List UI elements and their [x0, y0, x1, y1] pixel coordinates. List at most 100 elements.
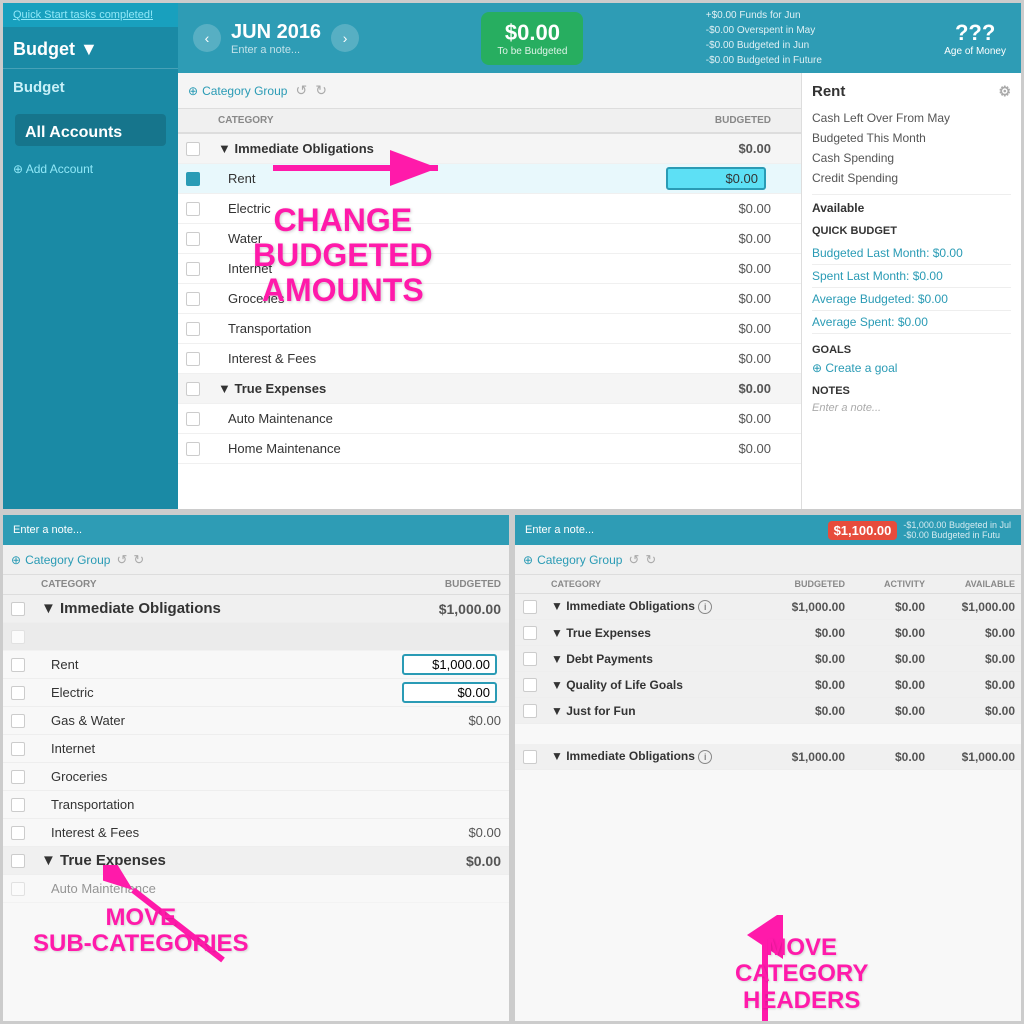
row-checkbox[interactable]	[186, 172, 200, 186]
budgeted-cell[interactable]	[389, 654, 509, 675]
checkbox-cell[interactable]	[3, 742, 33, 756]
row-checkbox[interactable]	[186, 202, 200, 216]
checkbox-cell[interactable]	[3, 854, 33, 868]
checkbox-cell[interactable]	[515, 652, 545, 666]
checkbox-cell[interactable]	[3, 826, 33, 840]
cash-left-over-row: Cash Left Over From May	[812, 108, 1011, 128]
category-name: Electric	[33, 682, 389, 703]
checkbox-cell[interactable]	[3, 658, 33, 672]
category-group-button[interactable]: ⊕ Category Group	[11, 553, 110, 567]
row-checkbox[interactable]	[523, 600, 537, 614]
enter-note-bar[interactable]: Enter a note...	[525, 524, 594, 536]
budgeted-input[interactable]	[666, 167, 766, 190]
sidebar-budget-btn[interactable]: Budget	[3, 69, 178, 106]
redo-icon[interactable]: ↻	[133, 552, 144, 568]
row-checkbox[interactable]	[11, 742, 25, 756]
checkbox-cell[interactable]	[3, 714, 33, 728]
prev-month-button[interactable]: ‹	[193, 24, 221, 52]
add-account-button[interactable]: ⊕ Add Account	[3, 154, 178, 184]
row-checkbox[interactable]	[11, 798, 25, 812]
sidebar-budget-label: Budget	[13, 39, 75, 60]
checkbox-cell[interactable]	[178, 322, 208, 336]
checkbox-cell[interactable]	[178, 142, 208, 156]
row-checkbox[interactable]	[523, 704, 537, 718]
spent-last-month-row[interactable]: Spent Last Month: $0.00	[812, 265, 1011, 288]
redo-icon[interactable]: ↻	[645, 552, 656, 568]
row-checkbox[interactable]	[186, 322, 200, 336]
row-checkbox[interactable]	[11, 658, 25, 672]
enter-note-bar[interactable]: Enter a note...	[13, 524, 82, 536]
checkbox-cell[interactable]	[515, 600, 545, 614]
create-goal-button[interactable]: ⊕ Create a goal	[812, 361, 1011, 375]
category-group-button[interactable]: ⊕ Category Group	[523, 553, 622, 567]
category-group-button[interactable]: ⊕ Category Group	[188, 84, 287, 98]
row-checkbox[interactable]	[186, 142, 200, 156]
rent-input[interactable]	[402, 654, 497, 675]
electric-input[interactable]	[402, 682, 497, 703]
checkbox-header	[178, 115, 208, 126]
checkbox-cell[interactable]	[178, 292, 208, 306]
row-checkbox[interactable]	[186, 412, 200, 426]
checkbox-cell[interactable]	[178, 442, 208, 456]
checkbox-cell[interactable]	[3, 882, 33, 896]
checkbox-cell[interactable]	[3, 798, 33, 812]
row-checkbox[interactable]	[11, 714, 25, 728]
checkbox-cell[interactable]	[3, 630, 33, 644]
row-checkbox[interactable]	[11, 882, 25, 896]
panel-top-bar: Enter a note... $1,100.00 -$1,000.00 Bud…	[515, 515, 1021, 545]
checkbox-cell[interactable]	[515, 750, 545, 764]
budgeted-cell: $0.00	[661, 351, 781, 366]
redo-icon[interactable]: ↻	[315, 82, 327, 99]
checkbox-cell[interactable]	[515, 704, 545, 718]
row-checkbox[interactable]	[186, 352, 200, 366]
row-checkbox[interactable]	[11, 826, 25, 840]
group-name: ▼ Immediate Obligations i	[545, 746, 761, 767]
budgeted-cell[interactable]	[389, 682, 509, 703]
row-checkbox[interactable]	[11, 686, 25, 700]
checkbox-cell[interactable]	[178, 232, 208, 246]
budgeted-last-month-row[interactable]: Budgeted Last Month: $0.00	[812, 242, 1011, 265]
group-budgeted: $0.00	[389, 853, 509, 869]
next-month-button[interactable]: ›	[331, 24, 359, 52]
checkbox-cell[interactable]	[178, 262, 208, 276]
checkbox-cell[interactable]	[3, 602, 33, 616]
average-spent-row[interactable]: Average Spent: $0.00	[812, 311, 1011, 334]
checkbox-cell[interactable]	[178, 352, 208, 366]
table-row: Groceries	[3, 763, 509, 791]
notes-input[interactable]: Enter a note...	[812, 402, 1011, 414]
row-checkbox[interactable]	[11, 630, 25, 644]
month-note[interactable]: Enter a note...	[231, 44, 321, 56]
gear-icon[interactable]: ⚙	[998, 83, 1011, 100]
quick-start-link[interactable]: Quick Start tasks completed!	[3, 3, 178, 27]
row-checkbox[interactable]	[186, 262, 200, 276]
row-checkbox[interactable]	[523, 626, 537, 640]
budgeted-cell[interactable]	[661, 167, 781, 190]
budgeted-cell: $0.00	[661, 201, 781, 216]
undo-icon[interactable]: ↺	[628, 552, 639, 568]
undo-icon[interactable]: ↺	[295, 82, 307, 99]
row-checkbox[interactable]	[11, 602, 25, 616]
row-checkbox[interactable]	[186, 382, 200, 396]
checkbox-cell[interactable]	[178, 412, 208, 426]
row-checkbox[interactable]	[523, 678, 537, 692]
undo-icon[interactable]: ↺	[116, 552, 127, 568]
group-name: ▼ Immediate Obligations	[33, 597, 389, 620]
checkbox-cell[interactable]	[515, 626, 545, 640]
row-checkbox[interactable]	[186, 292, 200, 306]
budget-dropdown-icon[interactable]: ▼	[80, 39, 98, 60]
sidebar-all-accounts[interactable]: All Accounts	[15, 114, 166, 146]
checkbox-cell[interactable]	[178, 202, 208, 216]
checkbox-cell[interactable]	[178, 382, 208, 396]
row-checkbox[interactable]	[186, 442, 200, 456]
row-checkbox[interactable]	[11, 854, 25, 868]
checkbox-cell[interactable]	[3, 686, 33, 700]
row-checkbox[interactable]	[11, 770, 25, 784]
info-icon: i	[698, 750, 712, 764]
checkbox-cell[interactable]	[3, 770, 33, 784]
checkbox-cell[interactable]	[515, 678, 545, 692]
row-checkbox[interactable]	[186, 232, 200, 246]
average-budgeted-row[interactable]: Average Budgeted: $0.00	[812, 288, 1011, 311]
checkbox-cell[interactable]	[178, 172, 208, 186]
row-checkbox[interactable]	[523, 652, 537, 666]
row-checkbox[interactable]	[523, 750, 537, 764]
